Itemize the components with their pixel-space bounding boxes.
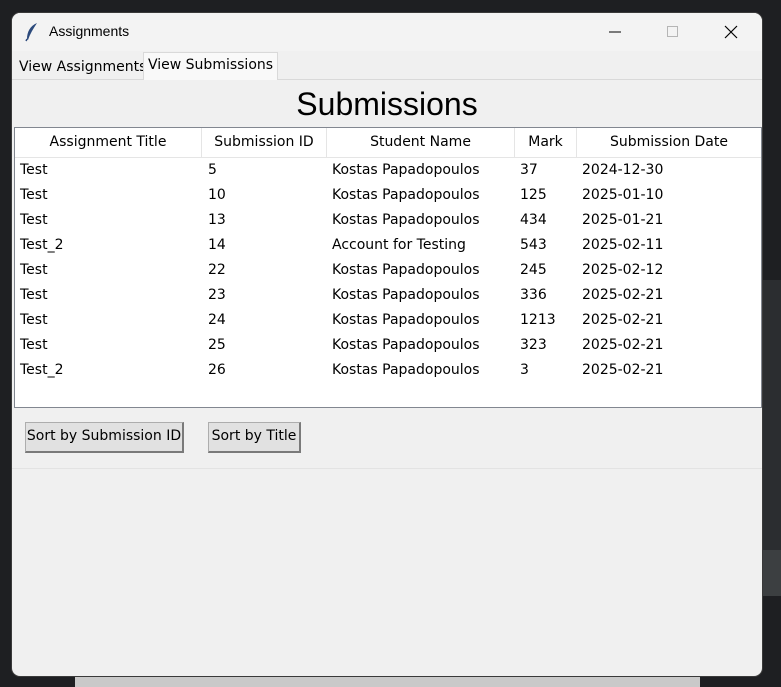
cell-submission-date: 2025-02-21 — [582, 362, 664, 378]
cell-student-name: Kostas Papadopoulos — [332, 337, 480, 353]
app-window: Assignments View Assignments View Submis… — [12, 13, 762, 676]
close-icon — [724, 25, 738, 39]
title-bar: Assignments — [12, 13, 762, 51]
cell-submission-id: 22 — [208, 262, 226, 278]
submissions-table[interactable]: Assignment Title Submission ID Student N… — [14, 127, 762, 408]
cell-submission-id: 25 — [208, 337, 226, 353]
cell-submission-date: 2025-02-11 — [582, 237, 664, 253]
cell-submission-date: 2025-02-21 — [582, 337, 664, 353]
cell-assignment-title: Test — [20, 337, 48, 353]
maximize-icon — [667, 26, 678, 37]
table-row[interactable]: Test 23 Kostas Papadopoulos 336 2025-02-21 — [15, 283, 761, 308]
cell-student-name: Kostas Papadopoulos — [332, 187, 480, 203]
sort-by-title-button[interactable]: Sort by Title — [208, 422, 301, 453]
background-editor-panel — [762, 280, 781, 550]
table-row[interactable]: Test 22 Kostas Papadopoulos 245 2025-02-12 — [15, 258, 761, 283]
cell-mark: 323 — [520, 337, 547, 353]
cell-student-name: Kostas Papadopoulos — [332, 287, 480, 303]
cell-submission-id: 5 — [208, 162, 217, 178]
cell-assignment-title: Test — [20, 187, 48, 203]
sort-by-submission-id-button[interactable]: Sort by Submission ID — [25, 422, 184, 453]
cell-submission-id: 26 — [208, 362, 226, 378]
cell-assignment-title: Test — [20, 212, 48, 228]
table-row[interactable]: Test 24 Kostas Papadopoulos 1213 2025-02-21 — [15, 308, 761, 333]
table-row[interactable]: Test_2 26 Kostas Papadopoulos 3 2025-02-21 — [15, 358, 761, 383]
cell-student-name: Kostas Papadopoulos — [332, 362, 480, 378]
cell-mark: 434 — [520, 212, 547, 228]
column-header-assignment-title[interactable]: Assignment Title — [15, 128, 202, 157]
cell-submission-date: 2025-02-21 — [582, 287, 664, 303]
cell-assignment-title: Test — [20, 262, 48, 278]
close-button[interactable] — [702, 13, 760, 51]
tab-bar: View Assignments View Submissions — [12, 51, 762, 80]
table-row[interactable]: Test_2 14 Account for Testing 543 2025-02-11 — [15, 233, 761, 258]
cell-mark: 37 — [520, 162, 538, 178]
tab-view-submissions[interactable]: View Submissions — [143, 52, 279, 80]
cell-assignment-title: Test — [20, 312, 48, 328]
divider — [12, 468, 762, 469]
column-header-submission-date[interactable]: Submission Date — [577, 128, 761, 157]
cell-submission-id: 14 — [208, 237, 226, 253]
feather-icon — [24, 22, 40, 42]
background-editor-statusbar — [75, 676, 700, 687]
cell-assignment-title: Test_2 — [20, 237, 64, 253]
cell-mark: 1213 — [520, 312, 556, 328]
cell-submission-id: 23 — [208, 287, 226, 303]
cell-submission-date: 2025-02-12 — [582, 262, 664, 278]
cell-student-name: Kostas Papadopoulos — [332, 262, 480, 278]
cell-student-name: Account for Testing — [332, 237, 466, 253]
minimize-icon — [609, 31, 621, 33]
table-row[interactable]: Test 13 Kostas Papadopoulos 434 2025-01-21 — [15, 208, 761, 233]
maximize-button[interactable] — [644, 13, 702, 51]
page-title: Submissions — [296, 86, 478, 122]
column-header-mark[interactable]: Mark — [515, 128, 577, 157]
cell-assignment-title: Test — [20, 287, 48, 303]
background-editor-panel — [762, 550, 781, 596]
cell-submission-date: 2025-01-21 — [582, 212, 664, 228]
cell-student-name: Kostas Papadopoulos — [332, 162, 480, 178]
cell-assignment-title: Test — [20, 162, 48, 178]
window-title: Assignments — [49, 23, 130, 39]
table-header: Assignment Title Submission ID Student N… — [15, 128, 761, 158]
column-header-submission-id[interactable]: Submission ID — [202, 128, 327, 157]
table-row[interactable]: Test 5 Kostas Papadopoulos 37 2024-12-30 — [15, 158, 761, 183]
tab-view-assignments[interactable]: View Assignments — [15, 58, 150, 79]
table-row[interactable]: Test 10 Kostas Papadopoulos 125 2025-01-10 — [15, 183, 761, 208]
table-row[interactable]: Test 25 Kostas Papadopoulos 323 2025-02-21 — [15, 333, 761, 358]
cell-student-name: Kostas Papadopoulos — [332, 312, 480, 328]
column-header-student-name[interactable]: Student Name — [327, 128, 515, 157]
cell-submission-id: 24 — [208, 312, 226, 328]
cell-mark: 3 — [520, 362, 529, 378]
cell-submission-id: 13 — [208, 212, 226, 228]
cell-student-name: Kostas Papadopoulos — [332, 212, 480, 228]
cell-submission-date: 2025-02-21 — [582, 312, 664, 328]
cell-submission-id: 10 — [208, 187, 226, 203]
cell-mark: 245 — [520, 262, 547, 278]
cell-mark: 543 — [520, 237, 547, 253]
cell-assignment-title: Test_2 — [20, 362, 64, 378]
cell-submission-date: 2024-12-30 — [582, 162, 664, 178]
cell-submission-date: 2025-01-10 — [582, 187, 664, 203]
cell-mark: 336 — [520, 287, 547, 303]
cell-mark: 125 — [520, 187, 547, 203]
minimize-button[interactable] — [586, 13, 644, 51]
